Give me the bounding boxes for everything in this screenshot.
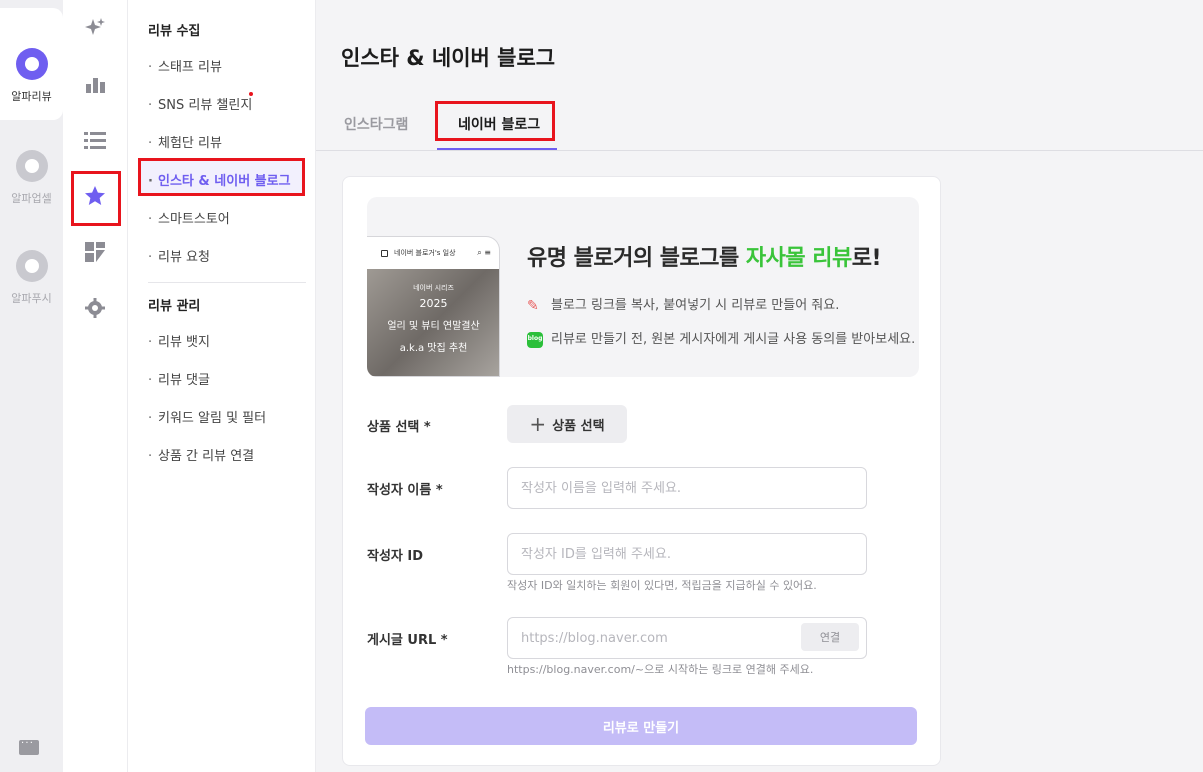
post-url-help: https://blog.naver.com/~으로 시작하는 링크로 연결해 … — [507, 663, 814, 676]
author-id-label: 작성자 ID — [367, 549, 424, 564]
menu-item-label: 인스타 & 네이버 블로그 — [158, 174, 291, 189]
create-review-button[interactable]: 리뷰로 만들기 — [365, 707, 917, 745]
product-label: 상품 선택 * — [367, 420, 431, 435]
menu-item-sns-challenge[interactable]: · SNS 리뷰 챌린지 — [148, 94, 252, 113]
banner-line-2: blog 리뷰로 만들기 전, 원본 게시자에게 게시글 사용 동의를 받아보세요… — [527, 328, 915, 348]
phone-header: 네이버 블로거's 일상 ⌕ ≡ — [367, 237, 499, 269]
banner-line-text: 블로그 링크를 복사, 붙여넣기 시 리뷰로 만들어 줘요. — [551, 298, 840, 313]
menu-item-insta-naver-blog[interactable]: · 인스타 & 네이버 블로그 — [148, 170, 291, 189]
bullet: · — [148, 335, 153, 350]
alpha-review-logo-icon — [15, 48, 48, 80]
menu-item-label: 상품 간 리뷰 연결 — [158, 449, 255, 464]
banner-title-prefix: 유명 블로거의 블로그를 — [527, 246, 746, 271]
blog-square-icon — [381, 249, 388, 257]
banner-line-1: ✎ 블로그 링크를 복사, 붙여넣기 시 리뷰로 만들어 줘요. — [527, 294, 839, 314]
author-name-input[interactable] — [507, 467, 867, 509]
phone-text-line: 네이버 시리즈 — [413, 284, 454, 292]
bullet: · — [148, 373, 153, 388]
bullet: · — [148, 98, 153, 113]
active-tab-indicator — [437, 148, 557, 150]
dashboard-icon[interactable] — [81, 238, 109, 266]
menu-item-label: 스태프 리뷰 — [158, 60, 222, 75]
form-card: 네이버 블로거's 일상 ⌕ ≡ 네이버 시리즈 2025 얼리 및 뷰티 연말… — [342, 176, 941, 766]
pencil-icon: ✎ — [527, 297, 539, 314]
connect-button[interactable]: 연결 — [801, 623, 859, 651]
app-alpha-review[interactable]: 알파리뷰 — [0, 8, 63, 120]
new-badge-dot — [249, 92, 253, 96]
sub-menu: 리뷰 수집 · 스태프 리뷰 · SNS 리뷰 챌린지 · 체험단 리뷰 · 인스타 &… — [128, 0, 316, 772]
app-label: 알파업셀 — [11, 192, 52, 205]
menu-item-label: 리뷰 요청 — [158, 250, 210, 265]
menu-section-review-manage: 리뷰 관리 — [148, 299, 201, 314]
bullet: · — [148, 449, 153, 464]
icon-rail — [63, 0, 128, 772]
banner-title: 유명 블로거의 블로그를 자사몰 리뷰로! — [527, 240, 882, 272]
main-content: 인스타 & 네이버 블로그 인스타그램 네이버 블로그 네이버 블로거's 일상… — [316, 0, 1203, 772]
menu-item-label: 키워드 알림 및 필터 — [158, 411, 267, 426]
bar-chart-icon[interactable] — [81, 70, 109, 98]
banner-line-text: 리뷰로 만들기 전, 원본 게시자에게 게시글 사용 동의를 받아보세요. — [551, 332, 916, 347]
menu-item-experience-review[interactable]: · 체험단 리뷰 — [148, 132, 222, 151]
app-alpha-push[interactable]: 알파푸시 — [0, 210, 63, 322]
sparkle-icon[interactable] — [81, 14, 109, 42]
chat-icon[interactable] — [19, 738, 39, 755]
search-menu-icon: ⌕ ≡ — [477, 248, 491, 257]
phone-text-line: a.k.a 맛집 추천 — [399, 343, 468, 354]
bullet: · — [148, 250, 153, 265]
blog-icon: blog — [527, 331, 543, 348]
button-label: 상품 선택 — [552, 418, 605, 434]
menu-section-review-collect: 리뷰 수집 — [148, 24, 201, 39]
menu-item-review-badge[interactable]: · 리뷰 뱃지 — [148, 331, 210, 350]
menu-item-label: 체험단 리뷰 — [158, 136, 222, 151]
phone-header-text: 네이버 블로거's 일상 — [394, 249, 456, 257]
annotation-highlight-box — [435, 101, 555, 141]
phone-text-line: 2025 — [419, 297, 448, 310]
menu-item-label: 리뷰 댓글 — [158, 373, 210, 388]
app-label: 알파리뷰 — [11, 90, 52, 103]
menu-item-label: 스마트스토어 — [158, 212, 230, 227]
menu-item-smartstore[interactable]: · 스마트스토어 — [148, 208, 230, 227]
list-icon[interactable] — [81, 126, 109, 154]
author-name-label: 작성자 이름 * — [367, 483, 443, 498]
app-alpha-upsell[interactable]: 알파업셀 — [0, 110, 63, 222]
gear-icon[interactable] — [81, 294, 109, 322]
bullet: · — [148, 212, 153, 227]
menu-item-label: SNS 리뷰 챌린지 — [158, 98, 253, 113]
alpha-push-logo-icon — [15, 250, 48, 282]
menu-item-label: 리뷰 뱃지 — [158, 335, 210, 350]
phone-mockup: 네이버 블로거's 일상 ⌕ ≡ 네이버 시리즈 2025 얼리 및 뷰티 연말… — [367, 236, 500, 377]
menu-item-product-review-link[interactable]: · 상품 간 리뷰 연결 — [148, 445, 254, 464]
menu-item-review-request[interactable]: · 리뷰 요청 — [148, 246, 210, 265]
select-product-button[interactable]: + 상품 선택 — [507, 405, 627, 443]
menu-item-keyword-filter[interactable]: · 키워드 알림 및 필터 — [148, 407, 266, 426]
menu-item-staff-review[interactable]: · 스태프 리뷰 — [148, 56, 222, 75]
author-id-help: 작성자 ID와 일치하는 회원이 있다면, 적립금을 지급하실 수 있어요. — [507, 579, 817, 592]
phone-text-line: 얼리 및 뷰티 연말결산 — [387, 321, 480, 332]
tab-bar: 인스타그램 네이버 블로그 — [316, 100, 1203, 151]
alpha-upsell-logo-icon — [15, 150, 48, 182]
post-url-label: 게시글 URL * — [367, 633, 448, 648]
promo-banner: 네이버 블로거's 일상 ⌕ ≡ 네이버 시리즈 2025 얼리 및 뷰티 연말… — [367, 197, 919, 377]
bullet: · — [148, 60, 153, 75]
bullet: · — [148, 411, 153, 426]
plus-icon: + — [529, 412, 547, 436]
annotation-highlight-box — [71, 171, 121, 226]
tab-instagram[interactable]: 인스타그램 — [344, 114, 408, 134]
bullet: · — [148, 136, 153, 151]
bullet: · — [148, 174, 153, 189]
app-label: 알파푸시 — [11, 292, 52, 305]
menu-item-review-comment[interactable]: · 리뷰 댓글 — [148, 369, 210, 388]
blog-post-image: 네이버 시리즈 2025 얼리 및 뷰티 연말결산 a.k.a 맛집 추천 — [367, 269, 499, 376]
menu-divider — [148, 282, 306, 283]
app-rail: 알파리뷰 알파업셀 알파푸시 — [0, 0, 63, 772]
banner-title-suffix: 로! — [851, 246, 882, 271]
banner-title-highlight: 자사몰 리뷰 — [745, 246, 852, 271]
author-id-input[interactable] — [507, 533, 867, 575]
page-title: 인스타 & 네이버 블로그 — [341, 46, 556, 70]
